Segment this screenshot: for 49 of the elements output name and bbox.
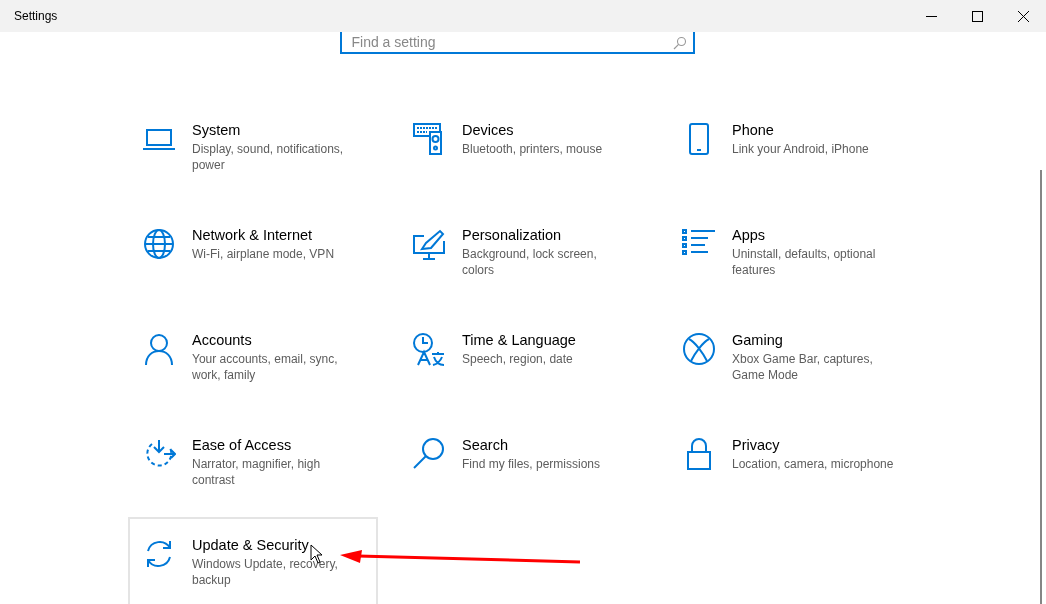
settings-category[interactable]: Accounts Your accounts, email, sync, work, family xyxy=(128,317,378,417)
category-title: Ease of Access xyxy=(192,437,292,453)
settings-category[interactable]: Time & Language Speech, region, date xyxy=(398,317,648,417)
category-title: System xyxy=(192,122,241,138)
window-title: Settings xyxy=(13,9,58,23)
settings-category[interactable]: Network & Internet Wi-Fi, airplane mode, VPN xyxy=(128,212,378,312)
category-description: Background, lock screen, colors xyxy=(462,246,598,278)
scrollbar-thumb[interactable] xyxy=(1040,170,1042,604)
category-title: Update & Security xyxy=(192,537,309,553)
close-icon xyxy=(1017,10,1029,22)
category-title: Apps xyxy=(732,227,766,243)
category-description: Your accounts, email, sync, work, family xyxy=(192,351,339,383)
settings-category[interactable]: Apps Uninstall, defaults, optional features xyxy=(668,212,918,312)
category-description: Narrator, magnifier, high contrast xyxy=(192,456,322,488)
settings-category[interactable]: System Display, sound, notifications, power xyxy=(128,107,378,207)
monitor-brush-icon xyxy=(412,227,446,261)
settings-category[interactable]: Gaming Xbox Game Bar, captures, Game Mode xyxy=(668,317,918,417)
category-title: Time & Language xyxy=(462,332,576,348)
category-description: Bluetooth, printers, mouse xyxy=(462,141,603,157)
category-description: Location, camera, microphone xyxy=(732,456,894,472)
settings-category[interactable]: Personalization Background, lock screen, colors xyxy=(398,212,648,312)
category-description: Xbox Game Bar, captures, Game Mode xyxy=(732,351,874,383)
category-title: Search xyxy=(462,437,508,453)
category-title: Network & Internet xyxy=(192,227,313,243)
settings-category[interactable]: Devices Bluetooth, printers, mouse xyxy=(398,107,648,207)
settings-category[interactable]: Search Find my files, permissions xyxy=(398,422,648,522)
clock-letter-icon xyxy=(412,332,446,366)
category-description: Wi-Fi, airplane mode, VPN xyxy=(192,246,335,262)
category-title: Personalization xyxy=(462,227,562,243)
search-icon xyxy=(672,36,687,50)
category-title: Devices xyxy=(462,122,514,138)
category-description: Display, sound, notifications, power xyxy=(192,141,345,173)
category-title: Phone xyxy=(732,122,774,138)
category-description: Speech, region, date xyxy=(462,351,573,367)
person-icon xyxy=(142,332,176,366)
search-field[interactable]: Find a setting xyxy=(339,32,695,54)
maximize-icon xyxy=(971,10,983,22)
settings-category[interactable]: Phone Link your Android, iPhone xyxy=(668,107,918,207)
search-icon xyxy=(412,437,446,471)
category-title: Privacy xyxy=(732,437,780,453)
category-description: Uninstall, defaults, optional features xyxy=(732,246,877,278)
category-description: Find my files, permissions xyxy=(462,456,601,472)
category-description: Windows Update, recovery, backup xyxy=(192,556,339,588)
category-title: Gaming xyxy=(732,332,783,348)
xbox-icon xyxy=(682,332,716,366)
globe-icon xyxy=(142,227,176,261)
category-title: Accounts xyxy=(192,332,252,348)
settings-category[interactable]: Privacy Location, camera, microphone xyxy=(668,422,918,522)
category-description: Link your Android, iPhone xyxy=(732,141,869,157)
